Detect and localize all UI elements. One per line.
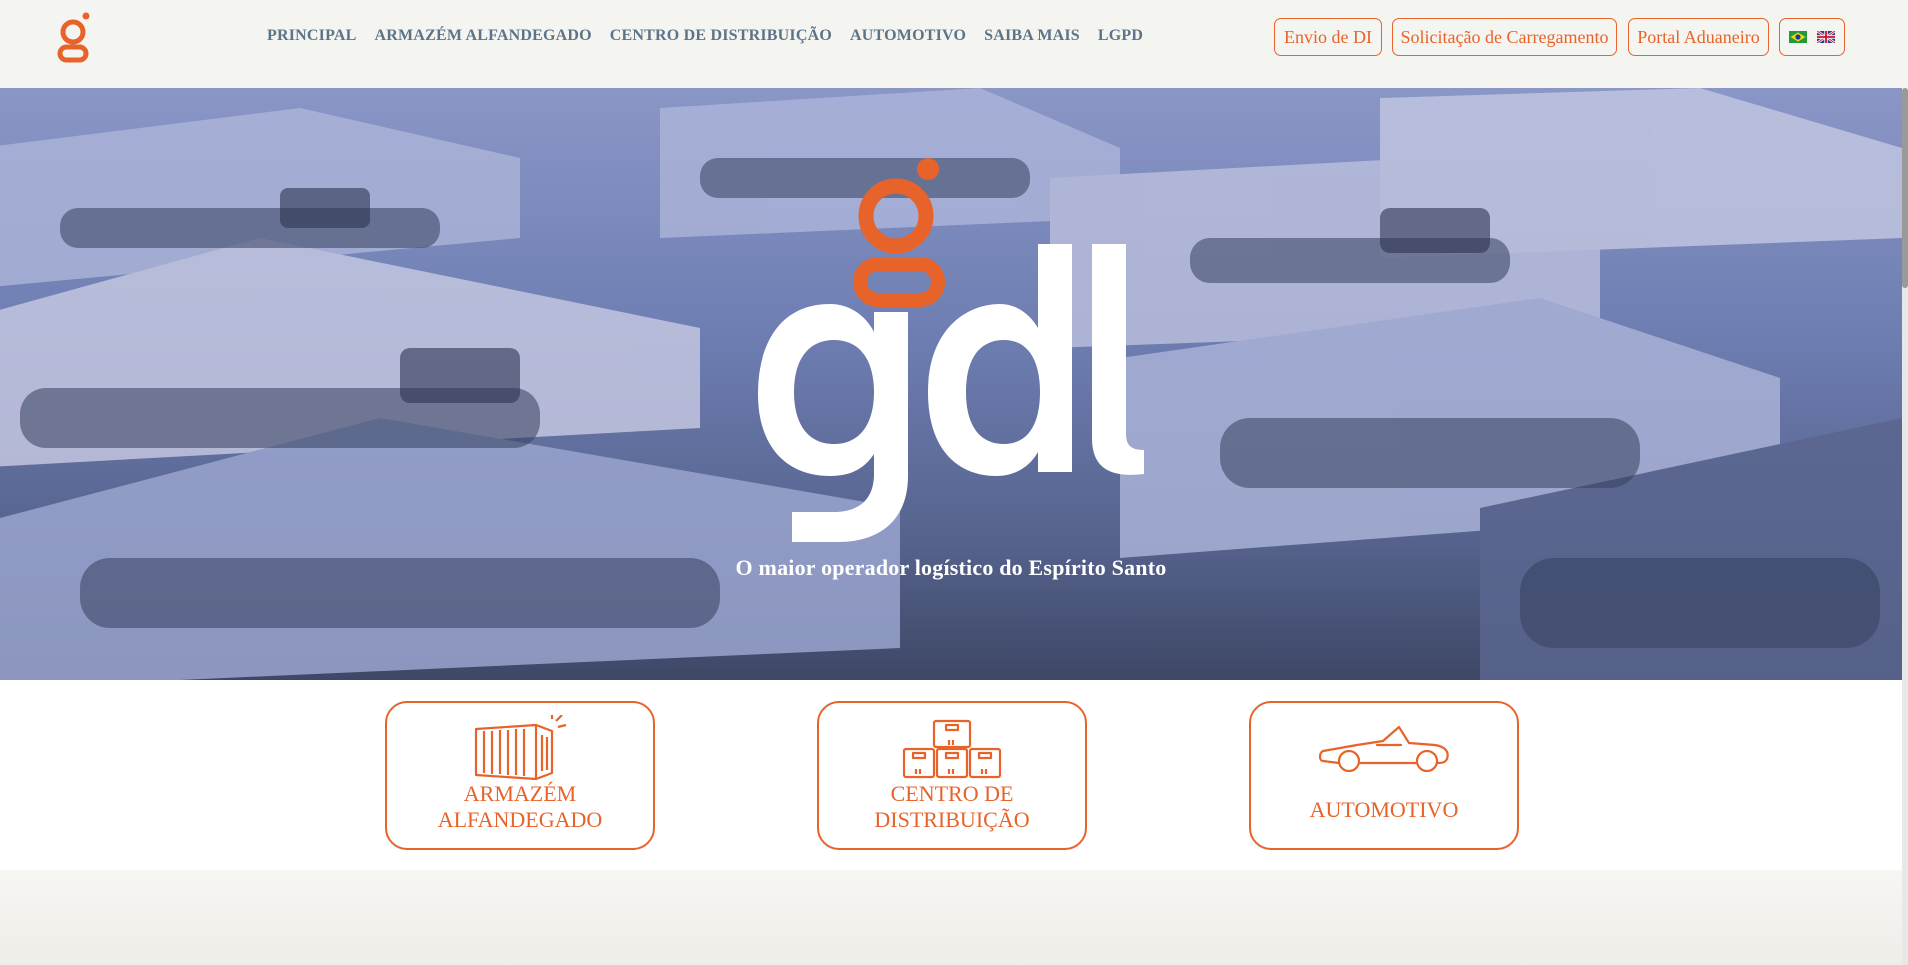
nav-automotivo[interactable]: AUTOMOTIVO: [850, 27, 966, 45]
card-centro-distribuicao[interactable]: CENTRO DE DISTRIBUIÇÃO: [817, 701, 1087, 850]
nav-armazem-alfandegado[interactable]: ARMAZÉM ALFANDEGADO: [375, 27, 592, 45]
nav-lgpd[interactable]: LGPD: [1098, 27, 1143, 45]
nav-principal[interactable]: PRINCIPAL: [267, 27, 357, 45]
uk-flag-icon[interactable]: [1817, 31, 1835, 43]
card-centro-label: CENTRO DE DISTRIBUIÇÃO: [819, 781, 1085, 833]
hero-banner: O maior operador logístico do Espírito S…: [0, 88, 1902, 680]
hero-tagline: O maior operador logístico do Espírito S…: [735, 555, 1167, 580]
card-armazem-label: ARMAZÉM ALFANDEGADO: [387, 781, 653, 833]
boxes-icon: [902, 719, 1002, 779]
scrollbar-thumb[interactable]: [1902, 88, 1908, 288]
portal-aduaneiro-button[interactable]: Portal Aduaneiro: [1628, 18, 1769, 56]
services-section: ARMAZÉM ALFANDEGADO CENTRO DE DISTRIBUIÇ…: [0, 680, 1902, 870]
nav-centro-distribuicao[interactable]: CENTRO DE DISTRIBUIÇÃO: [610, 27, 832, 45]
container-icon: [474, 715, 567, 781]
card-centro-label-line2: DISTRIBUIÇÃO: [874, 807, 1030, 832]
solicitacao-carregamento-button[interactable]: Solicitação de Carregamento: [1392, 18, 1617, 56]
card-automotivo[interactable]: AUTOMOTIVO: [1249, 701, 1519, 850]
brazil-flag-icon[interactable]: [1789, 31, 1807, 43]
car-icon: [1318, 725, 1449, 773]
card-armazem-alfandegado[interactable]: ARMAZÉM ALFANDEGADO: [385, 701, 655, 850]
card-armazem-label-line1: ARMAZÉM: [463, 781, 577, 806]
card-automotivo-label: AUTOMOTIVO: [1309, 797, 1459, 822]
language-selector: [1779, 18, 1845, 56]
gdl-hero-logo: [758, 158, 1144, 542]
card-centro-label-line1: CENTRO DE: [890, 781, 1014, 806]
nav-saiba-mais[interactable]: SAIBA MAIS: [984, 27, 1080, 45]
card-armazem-label-line2: ALFANDEGADO: [437, 807, 603, 832]
site-header: PRINCIPAL ARMAZÉM ALFANDEGADO CENTRO DE …: [0, 0, 1908, 89]
next-section-preview: [0, 870, 1902, 965]
main-nav: PRINCIPAL ARMAZÉM ALFANDEGADO CENTRO DE …: [267, 27, 1161, 45]
envio-di-button[interactable]: Envio de DI: [1274, 18, 1382, 56]
gdl-logo-icon[interactable]: [55, 10, 95, 66]
